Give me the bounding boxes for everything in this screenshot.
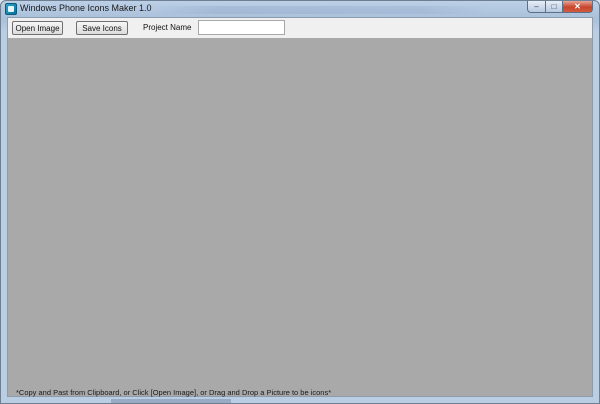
app-window: Windows Phone Icons Maker 1.0 – □ ✕ Open… — [0, 0, 600, 404]
minimize-button[interactable]: – — [527, 1, 545, 13]
image-drop-area[interactable]: *Copy and Past from Clipboard, or Click … — [8, 38, 592, 397]
project-name-input[interactable] — [198, 20, 285, 35]
title-bar[interactable]: Windows Phone Icons Maker 1.0 – □ ✕ — [1, 1, 599, 17]
maximize-button[interactable]: □ — [545, 1, 562, 13]
project-name-label: Project Name — [143, 23, 192, 32]
open-image-button[interactable]: Open Image — [12, 21, 63, 35]
app-icon[interactable] — [5, 3, 17, 15]
bottom-edge-shadow — [111, 399, 231, 403]
minimize-icon: – — [534, 1, 539, 11]
window-title: Windows Phone Icons Maker 1.0 — [20, 3, 152, 13]
close-button[interactable]: ✕ — [562, 1, 593, 13]
caption-buttons: – □ ✕ — [527, 1, 593, 14]
drop-hint-text: *Copy and Past from Clipboard, or Click … — [16, 388, 332, 397]
client-area: Open Image Save Icons Project Name *Copy… — [7, 17, 593, 397]
close-icon: ✕ — [574, 1, 581, 11]
maximize-icon: □ — [551, 1, 557, 11]
title-bar-background-text — [151, 6, 491, 14]
save-icons-button[interactable]: Save Icons — [76, 21, 128, 35]
toolbar: Open Image Save Icons Project Name — [8, 18, 592, 36]
